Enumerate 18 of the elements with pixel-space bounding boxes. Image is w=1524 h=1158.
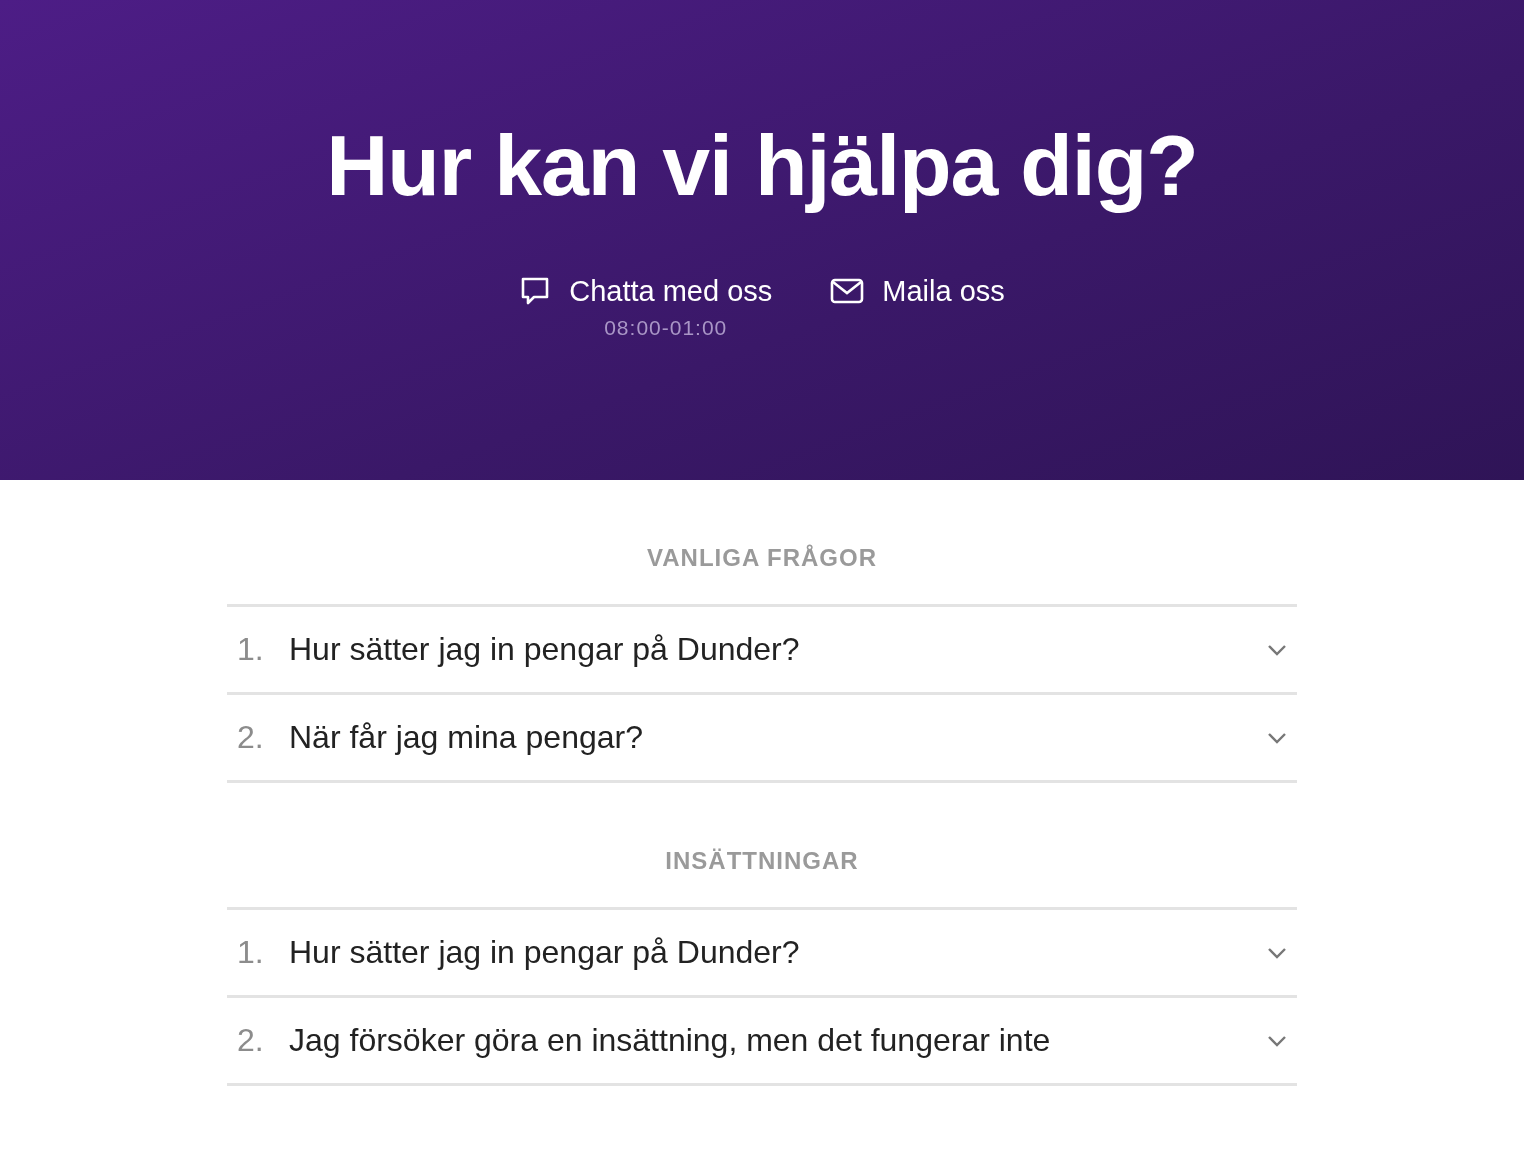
item-number: 2. [237,1022,265,1059]
item-number: 2. [237,719,265,756]
chat-link[interactable]: Chatta med oss [519,274,773,308]
opening-hours: 08:00-01:00 [604,315,728,340]
section-heading: INSÄTTNINGAR [664,847,860,875]
item-number: 1. [237,631,265,668]
faq-item[interactable]: 1. Hur sätter jag in pengar på Dunder? [227,907,1297,995]
question-text: Jag försöker göra en insättning, men det fungerar inte [289,1022,1052,1059]
mail-link[interactable]: Maila oss [830,274,1005,308]
page-title: Hur kan vi hjälpa dig? [326,118,1198,213]
faq-item[interactable]: 1. Hur sätter jag in pengar på Dunder? [227,604,1297,692]
faq-item[interactable]: 2. Jag försöker göra en insättning, men det fungerar inte [227,995,1297,1083]
faq-item[interactable]: 2. När får jag mina pengar? [227,692,1297,780]
item-number: 1. [237,934,265,971]
question-text: När får jag mina pengar? [289,719,644,756]
question-text: Hur sätter jag in pengar på Dunder? [289,934,801,971]
question-text: Hur sätter jag in pengar på Dunder? [289,631,801,668]
section-heading: VANLIGA FRÅGOR [646,544,878,572]
